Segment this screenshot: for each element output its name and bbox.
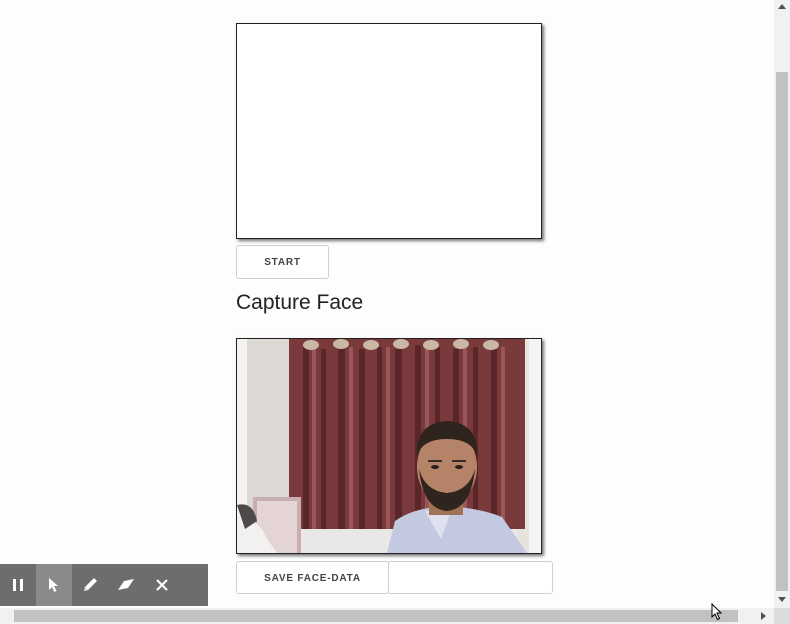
scroll-down-arrow-icon[interactable] bbox=[778, 597, 786, 602]
face-preview-canvas bbox=[236, 23, 542, 239]
vertical-scrollbar[interactable] bbox=[774, 0, 790, 608]
pen-icon[interactable] bbox=[72, 564, 108, 606]
vertical-scroll-thumb[interactable] bbox=[776, 72, 788, 591]
face-name-input[interactable] bbox=[388, 561, 553, 594]
scrollbar-corner bbox=[774, 608, 790, 624]
close-icon[interactable] bbox=[144, 564, 180, 606]
eraser-icon[interactable] bbox=[108, 564, 144, 606]
horizontal-scroll-thumb[interactable] bbox=[14, 610, 738, 622]
capture-face-heading: Capture Face bbox=[236, 291, 364, 314]
page: START Capture Face SAVE FACE-DATA bbox=[0, 0, 774, 608]
save-face-data-button[interactable]: SAVE FACE-DATA bbox=[236, 561, 389, 594]
pause-icon[interactable] bbox=[0, 564, 36, 606]
pointer-icon[interactable] bbox=[36, 564, 72, 606]
webcam-video bbox=[236, 338, 542, 554]
mouse-cursor-icon bbox=[711, 603, 723, 621]
scroll-right-arrow-icon[interactable] bbox=[761, 612, 766, 620]
webcam-frame-image bbox=[237, 339, 541, 553]
scroll-up-arrow-icon[interactable] bbox=[778, 4, 786, 9]
horizontal-scrollbar[interactable] bbox=[0, 608, 774, 624]
annotation-toolbar bbox=[0, 564, 208, 606]
start-button[interactable]: START bbox=[236, 245, 329, 279]
